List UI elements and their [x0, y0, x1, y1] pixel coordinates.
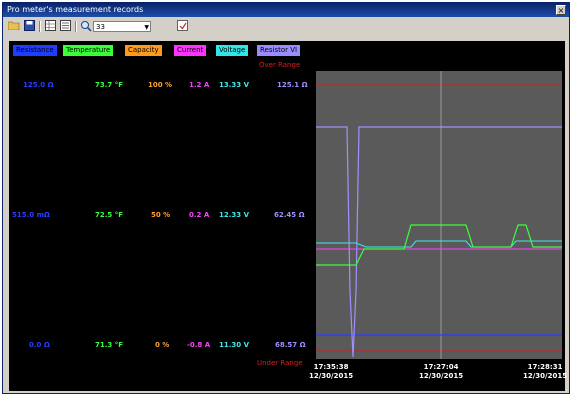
records-window: Pro meter's measurement records × 33 ▼ R…	[2, 2, 570, 394]
chevron-down-icon[interactable]: ▼	[144, 22, 149, 33]
toolbar: 33 ▼	[5, 19, 205, 35]
grid-icon[interactable]	[43, 20, 57, 33]
scale-resistance-top: 125.0 Ω	[23, 81, 54, 89]
scale-voltage-top: 13.33 V	[219, 81, 249, 89]
scale-capacity-bottom: 0 %	[155, 341, 170, 349]
scale-capacity-top: 100 %	[148, 81, 173, 89]
scale-current-mid: 0.2 A	[189, 211, 210, 219]
scale-resistance-bottom: 0.0 Ω	[29, 341, 50, 349]
scale-resistor-vi-bottom: 68.57 Ω	[275, 341, 306, 349]
legend-capacity[interactable]: Capacity	[125, 45, 162, 56]
close-button[interactable]: ×	[556, 5, 566, 15]
voltage-trace	[316, 240, 562, 248]
chart-panel: Resistance Temperature Capacity Current …	[9, 41, 568, 391]
scale-capacity-mid: 50 %	[151, 211, 171, 219]
zoom-value: 33	[96, 23, 105, 31]
list-icon[interactable]	[58, 20, 72, 33]
temperature-trace	[316, 224, 562, 266]
under-range-label: Under Range	[257, 359, 303, 367]
window-title: Pro meter's measurement records	[7, 5, 144, 14]
legend-current[interactable]: Current	[174, 45, 207, 56]
scale-resistor-vi-mid: 62.45 Ω	[274, 211, 305, 219]
scale-temperature-mid: 72.5 °F	[95, 211, 123, 219]
legend-voltage[interactable]: Voltage	[216, 45, 249, 56]
legend-temperature[interactable]: Temperature	[63, 45, 114, 56]
title-bar: Pro meter's measurement records ×	[3, 3, 569, 17]
trend-graph	[316, 71, 562, 359]
resistor-vi-trace	[316, 126, 562, 358]
scale-voltage-bottom: 11.30 V	[219, 341, 249, 349]
timestamp-end: 17:28:31 12/30/2015	[523, 363, 568, 380]
export-icon[interactable]	[175, 20, 189, 33]
plot-area[interactable]	[316, 71, 562, 359]
timestamp-start: 17:35:38 12/30/2015	[309, 363, 354, 380]
save-icon[interactable]	[22, 20, 36, 33]
scale-current-top: 1.2 A	[189, 81, 210, 89]
zoom-input[interactable]: 33 ▼	[93, 21, 151, 32]
legend-resistance[interactable]: Resistance	[13, 45, 57, 56]
timestamp-cursor: 17:27:04 12/30/2015	[419, 363, 464, 380]
scale-current-bottom: -0.8 A	[187, 341, 211, 349]
scale-temperature-bottom: 71.3 °F	[95, 341, 123, 349]
scale-temperature-top: 73.7 °F	[95, 81, 123, 89]
scale-voltage-mid: 12.33 V	[219, 211, 249, 219]
legend-resistor-vi[interactable]: Resistor VI	[257, 45, 301, 56]
scale-resistance-mid: 515.0 mΩ	[12, 211, 50, 219]
open-icon[interactable]	[7, 20, 21, 33]
scale-resistor-vi-top: 125.1 Ω	[277, 81, 308, 89]
over-range-label: Over Range	[259, 61, 301, 69]
zoom-icon[interactable]	[79, 20, 93, 33]
